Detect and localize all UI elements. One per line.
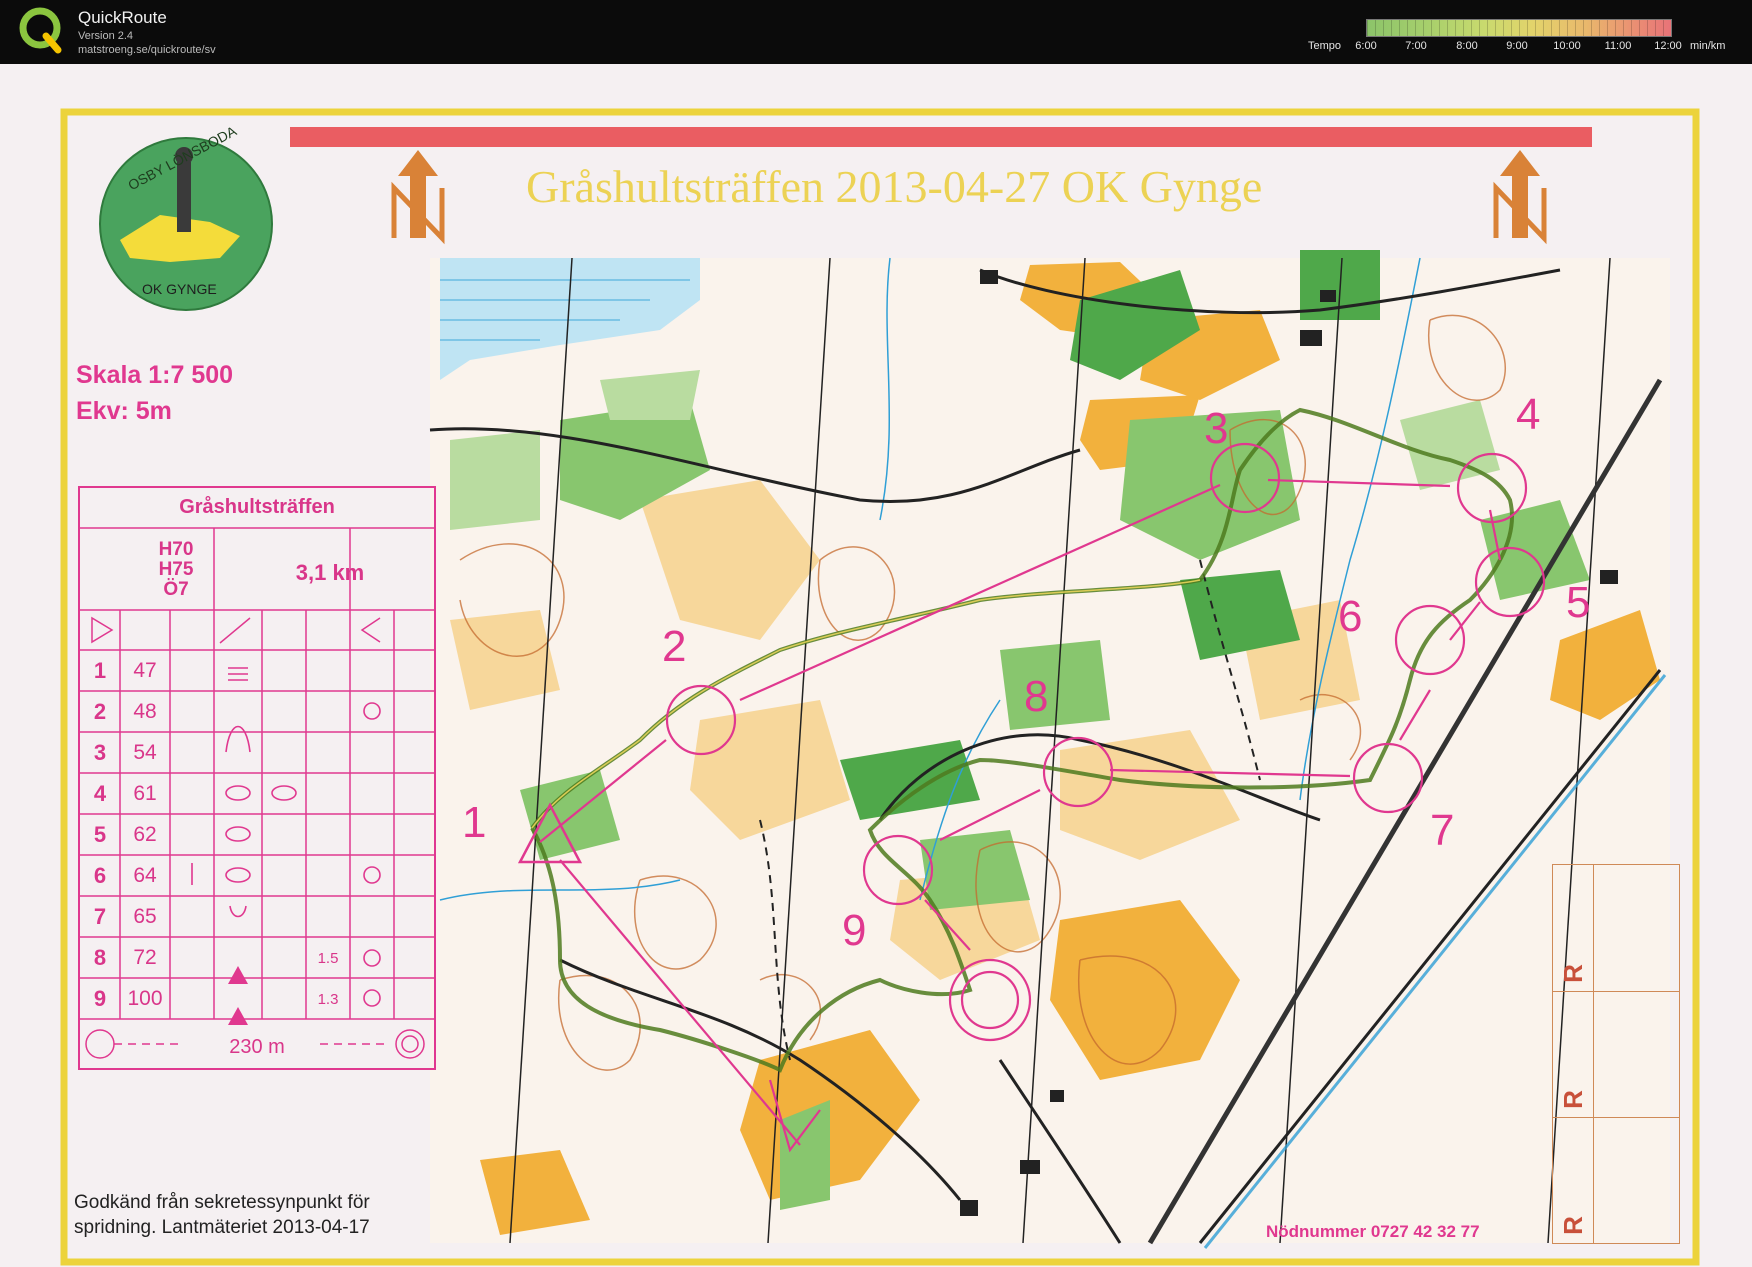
legal-line: spridning. Lantmäteriet 2013-04-17 xyxy=(74,1217,370,1238)
control-code: 65 xyxy=(133,905,157,928)
tempo-label: 12:00 xyxy=(1654,40,1682,52)
card-event-name: Gråshultsträffen xyxy=(179,496,335,518)
reserved-boxes xyxy=(1552,864,1680,1244)
app-header-bar: QuickRoute Version 2.4 matstroeng.se/qui… xyxy=(0,0,1752,64)
course-number: 5 xyxy=(1566,578,1591,627)
app-name: QuickRoute xyxy=(78,8,167,27)
control-code: 61 xyxy=(133,782,157,805)
tempo-label: 7:00 xyxy=(1405,40,1427,52)
control-distance: 1.5 xyxy=(317,950,339,967)
control-code: 64 xyxy=(133,864,157,887)
legal-approval: Godkänd från sekretessynpunkt för spridn… xyxy=(74,1190,370,1240)
reserved-label: R xyxy=(1557,1090,1588,1109)
course-number: 4 xyxy=(1516,390,1541,439)
tempo-label: 11:00 xyxy=(1604,40,1632,52)
map-title: Gråshultsträffen 2013-04-27 OK Gynge xyxy=(526,161,1263,212)
control-code: 47 xyxy=(133,659,157,682)
course-number: 3 xyxy=(1204,404,1229,453)
control-distance: 1.3 xyxy=(317,991,339,1008)
quickroute-logo-icon xyxy=(19,7,62,54)
card-class: H70 xyxy=(158,539,194,560)
tempo-color-scale xyxy=(1366,19,1672,37)
card-course-length: 3,1 km xyxy=(295,560,365,585)
legal-line: Godkänd från sekretessynpunkt för xyxy=(74,1192,370,1213)
map-scale: Skala 1:7 500 xyxy=(76,361,234,389)
control-code: 72 xyxy=(133,946,157,969)
control-code: 48 xyxy=(133,700,157,723)
reserved-label: R xyxy=(1557,1216,1588,1235)
tempo-unit: min/km xyxy=(1690,40,1726,52)
tempo-label: 6:00 xyxy=(1355,40,1377,52)
finish-distance: 230 m xyxy=(229,1036,285,1058)
control-code: 62 xyxy=(133,823,157,846)
course-number: 2 xyxy=(662,622,687,671)
card-class: Ö7 xyxy=(163,579,189,600)
tempo-label: 9:00 xyxy=(1506,40,1528,52)
app-url[interactable]: matstroeng.se/quickroute/sv xyxy=(78,44,216,56)
card-class: H75 xyxy=(158,559,194,580)
club-logo-name: OK GYNGE xyxy=(142,281,217,297)
course-number: 1 xyxy=(462,798,487,847)
app-version: Version 2.4 xyxy=(78,30,134,42)
course-number: 6 xyxy=(1338,592,1363,641)
contour-interval: Ekv: 5m xyxy=(76,397,172,425)
reserved-label: R xyxy=(1557,964,1588,983)
control-code: 54 xyxy=(133,741,157,764)
emergency-number: Nödnummer 0727 42 32 77 xyxy=(1266,1222,1480,1241)
course-number: 7 xyxy=(1430,806,1455,855)
tempo-label: 10:00 xyxy=(1553,40,1581,52)
control-description-card: Gråshultsträffen H70 H75 Ö7 3,1 km 1 47 … xyxy=(78,486,436,1070)
tempo-label: 8:00 xyxy=(1456,40,1478,52)
control-code: 100 xyxy=(127,987,163,1010)
course-number: 9 xyxy=(842,906,867,955)
tempo-title: Tempo xyxy=(1308,40,1342,52)
title-stripe xyxy=(290,127,1592,147)
course-number: 8 xyxy=(1024,672,1049,721)
